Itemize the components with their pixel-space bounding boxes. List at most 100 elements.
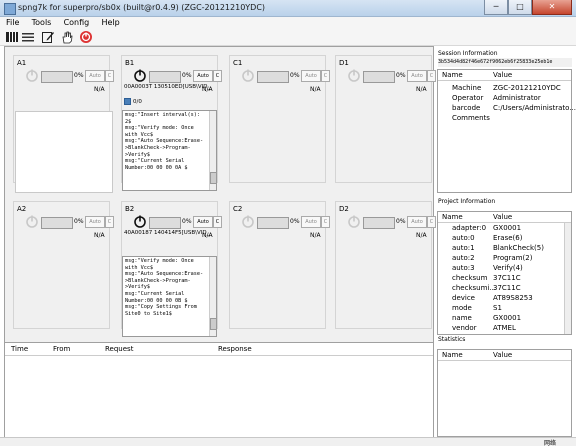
project-row[interactable]: auto:2 Program(2) [438, 254, 571, 263]
col-value[interactable]: Value [493, 213, 512, 221]
project-scrollbar[interactable] [564, 223, 571, 334]
row-key: checksum [452, 274, 488, 282]
c-button[interactable]: C [213, 216, 222, 228]
project-title: Project Information [438, 198, 496, 205]
project-row[interactable]: vendor ATMEL [438, 324, 571, 333]
site-d2: D2 0% Auto C N/A [335, 201, 436, 329]
session-row[interactable]: Comments [438, 114, 571, 123]
col-request[interactable]: Request [105, 345, 133, 353]
row-key: auto:3 [452, 264, 475, 272]
row-value: Erase(6) [493, 234, 523, 242]
menu-file[interactable]: File [2, 17, 23, 28]
auto-button[interactable]: Auto [85, 216, 105, 228]
row-key: auto:0 [452, 234, 475, 242]
minimize-button[interactable]: ─ [484, 0, 508, 15]
edit-icon[interactable] [41, 30, 55, 44]
row-value: GX0001 [493, 314, 522, 322]
row-key: adapter:0 [452, 224, 487, 232]
power-icon [26, 215, 38, 228]
log-scrollbar[interactable] [209, 257, 216, 336]
session-row[interactable]: barcode C:/Users/Administrato... [438, 104, 576, 113]
row-key: vendor [452, 324, 477, 332]
auto-button[interactable]: Auto [193, 70, 213, 82]
row-value: Verify(4) [493, 264, 523, 272]
site-status: N/A [94, 232, 105, 239]
statistics-table: Name Value [437, 349, 572, 437]
menu-help[interactable]: Help [97, 17, 123, 28]
row-value: ZGC-20121210YDC [493, 84, 561, 92]
auto-button[interactable]: Auto [407, 70, 427, 82]
progress-percent: 0% [182, 72, 192, 79]
col-value[interactable]: Value [493, 351, 512, 359]
project-row[interactable]: auto:0 Erase(6) [438, 234, 571, 243]
site-log-b2[interactable]: msg:"Verify mode: Once with Vcc$ msg:"Au… [122, 256, 217, 337]
counter-icon [124, 98, 131, 105]
request-table-header: Time From Request Response [5, 343, 433, 356]
auto-button[interactable]: Auto [301, 70, 321, 82]
col-time[interactable]: Time [11, 345, 28, 353]
row-key: Machine [452, 84, 482, 92]
project-table-header: Name Value [438, 212, 571, 223]
session-table: Name Value Machine ZGC-20121210YDC Operat… [437, 69, 576, 193]
row-key: Operator [452, 94, 484, 102]
row-value: BlankCheck(5) [493, 244, 544, 252]
session-row[interactable]: Operator Administrator [438, 94, 571, 103]
progress-percent: 0% [74, 72, 84, 79]
grid-view-icon[interactable] [5, 30, 19, 44]
row-key: checksumi... [452, 284, 497, 292]
project-row[interactable]: auto:3 Verify(4) [438, 264, 571, 273]
stop-icon[interactable] [79, 30, 93, 44]
list-view-icon[interactable] [21, 30, 35, 44]
row-key: name [452, 314, 472, 322]
log-text: msg:"Verify mode: Once with Vcc$ msg:"Au… [125, 258, 204, 317]
toolbar [0, 29, 576, 46]
log-scrollbar[interactable] [209, 111, 216, 190]
col-response[interactable]: Response [218, 345, 252, 353]
col-value[interactable]: Value [493, 71, 512, 79]
scroll-thumb[interactable] [210, 172, 216, 184]
site-log-empty[interactable] [15, 111, 113, 193]
auto-button[interactable]: Auto [301, 216, 321, 228]
progress-percent: 0% [74, 218, 84, 225]
c-button[interactable]: C [105, 70, 114, 82]
project-row[interactable]: auto:1 BlankCheck(5) [438, 244, 571, 253]
project-row[interactable]: mode S1 [438, 304, 571, 313]
row-key: auto:2 [452, 254, 475, 262]
menu-bar: File Tools Config Help [0, 17, 576, 29]
site-log-b1[interactable]: msg:"Insert interval(s): 2$ msg:"Verify … [122, 110, 217, 191]
hand-icon[interactable] [60, 30, 74, 44]
c-button[interactable]: C [321, 216, 330, 228]
c-button[interactable]: C [105, 216, 114, 228]
col-from[interactable]: From [53, 345, 70, 353]
maximize-button[interactable]: □ [508, 0, 532, 15]
session-title: Session Information [438, 50, 498, 57]
row-value: ATMEL [493, 324, 516, 332]
request-table: Time From Request Response [4, 342, 434, 440]
project-row[interactable]: checksum 37C11C [438, 274, 571, 283]
row-key: device [452, 294, 475, 302]
site-status: N/A [310, 232, 321, 239]
col-name[interactable]: Name [442, 213, 463, 221]
menu-config[interactable]: Config [60, 17, 94, 28]
auto-button[interactable]: Auto [85, 70, 105, 82]
c-button[interactable]: C [427, 216, 436, 228]
site-name: C1 [233, 59, 243, 67]
project-row[interactable]: checksumi... 37C11C [438, 284, 571, 293]
c-button[interactable]: C [427, 70, 436, 82]
close-button[interactable]: ✕ [532, 0, 572, 15]
auto-button[interactable]: Auto [407, 216, 427, 228]
auto-button[interactable]: Auto [193, 216, 213, 228]
menu-tools[interactable]: Tools [28, 17, 56, 28]
site-name: A1 [17, 59, 27, 67]
col-name[interactable]: Name [442, 351, 463, 359]
project-row[interactable]: name GX0001 [438, 314, 571, 323]
c-button[interactable]: C [213, 70, 222, 82]
site-name: A2 [17, 205, 27, 213]
statistics-table-header: Name Value [438, 350, 571, 361]
scroll-thumb[interactable] [210, 318, 216, 330]
c-button[interactable]: C [321, 70, 330, 82]
project-row[interactable]: adapter:0 GX0001 [438, 224, 571, 233]
session-row[interactable]: Machine ZGC-20121210YDC [438, 84, 571, 93]
project-row[interactable]: device AT89S8253 [438, 294, 571, 303]
col-name[interactable]: Name [442, 71, 463, 79]
